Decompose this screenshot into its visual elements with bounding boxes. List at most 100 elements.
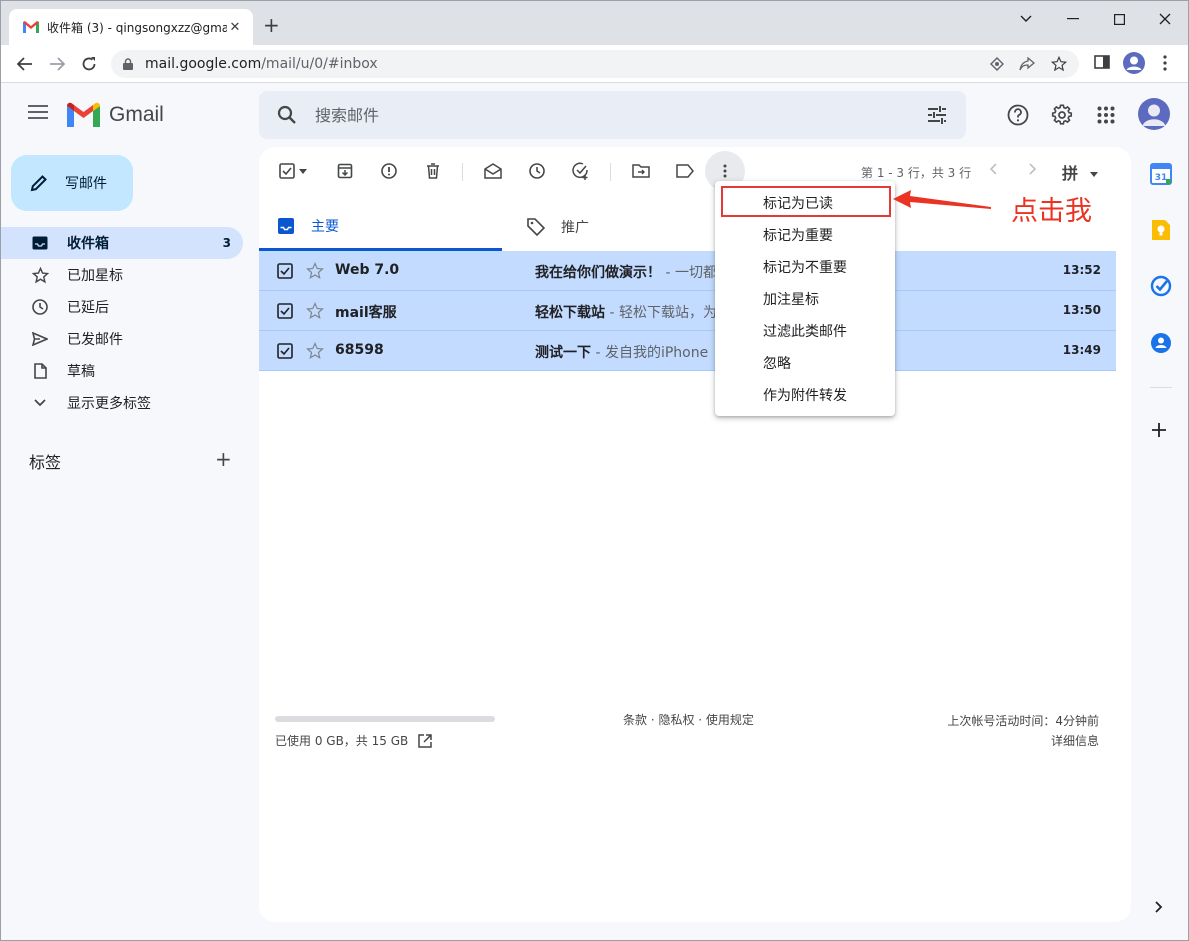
sidebar-item-snoozed[interactable]: 已延后 (1, 291, 243, 323)
window-close-icon[interactable] (1153, 7, 1177, 31)
menu-item-mark-important[interactable]: 标记为重要 (715, 219, 895, 251)
show-side-panel-icon[interactable] (1155, 901, 1163, 917)
chevron-down-icon (31, 394, 49, 412)
back-icon[interactable] (14, 53, 36, 75)
svg-text:31: 31 (1155, 173, 1168, 183)
row-checkbox[interactable] (277, 263, 293, 279)
profile-avatar-icon[interactable] (1123, 52, 1145, 78)
calendar-icon[interactable]: 31 (1150, 163, 1172, 185)
category-tabs: 主要 推广 (259, 203, 1131, 251)
storage-text: 已使用 0 GB，共 15 GB (275, 734, 409, 748)
side-panel-icon[interactable] (1094, 55, 1110, 73)
menu-item-forward-as-attachment[interactable]: 作为附件转发 (715, 379, 895, 411)
sidebar-item-label: 草稿 (67, 364, 95, 380)
forward-icon[interactable] (46, 53, 68, 75)
email-sender: mail客服 (335, 305, 397, 321)
email-row[interactable]: Web 7.0 我在给你们做演示！ - 一切都 13:52 (259, 251, 1116, 291)
annotation-arrow-icon (893, 190, 991, 209)
search-icon[interactable] (277, 105, 297, 125)
star-icon[interactable] (306, 342, 324, 360)
sidebar-item-starred[interactable]: 已加星标 (1, 259, 243, 291)
report-spam-icon[interactable] (379, 161, 399, 181)
menu-item-mute[interactable]: 忽略 (715, 347, 895, 379)
browser-window: 收件箱 (3) - qingsongxzz@gmail.com ✕ + (0, 0, 1189, 941)
tab-search-icon[interactable] (1014, 7, 1038, 31)
sidebar-item-inbox[interactable]: 收件箱 3 (1, 227, 243, 259)
email-row[interactable]: mail客服 轻松下载站 - 轻松下载站，为 13:50 (259, 291, 1116, 331)
email-subject: 轻松下载站 - 轻松下载站，为 (535, 302, 717, 322)
row-checkbox[interactable] (277, 303, 293, 319)
tab-promotions-label: 推广 (561, 220, 589, 236)
tag-icon (527, 218, 545, 236)
minimize-icon[interactable] (1061, 7, 1085, 31)
select-dropdown-icon[interactable] (297, 161, 309, 181)
mark-read-icon[interactable] (483, 161, 503, 181)
reload-icon[interactable] (78, 53, 100, 75)
maximize-icon[interactable] (1107, 7, 1131, 31)
sidebar-item-label: 已延后 (67, 300, 109, 316)
browser-menu-icon[interactable] (1163, 55, 1167, 75)
email-sender: Web 7.0 (335, 262, 400, 278)
share-icon[interactable] (1017, 50, 1037, 78)
labels-heading: 标签 (29, 453, 62, 472)
star-icon[interactable] (306, 302, 324, 320)
tab-promotions[interactable]: 推广 (527, 203, 589, 251)
snooze-icon[interactable] (527, 161, 547, 181)
menu-item-add-star[interactable]: 加注星标 (715, 283, 895, 315)
main-menu-icon[interactable] (28, 105, 48, 119)
compose-label: 写邮件 (65, 176, 107, 192)
search-options-icon[interactable] (927, 106, 947, 124)
sidebar-item-sent[interactable]: 已发邮件 (1, 323, 243, 355)
menu-item-filter-messages[interactable]: 过滤此类邮件 (715, 315, 895, 347)
label-icon[interactable] (675, 161, 695, 181)
close-tab-icon[interactable]: ✕ (227, 20, 243, 35)
add-to-tasks-icon[interactable] (571, 161, 591, 181)
help-icon[interactable] (1006, 103, 1030, 127)
delete-icon[interactable] (423, 161, 443, 181)
gmail-logo-icon (67, 102, 100, 127)
select-all-checkbox[interactable] (277, 161, 297, 181)
get-addons-icon[interactable] (1151, 419, 1167, 444)
tab-primary-label: 主要 (311, 218, 339, 235)
view-site-info-icon[interactable] (987, 50, 1007, 78)
caret-down-icon (1089, 172, 1098, 177)
tab-primary[interactable]: 主要 (259, 203, 502, 251)
menu-item-mark-not-important[interactable]: 标记为不重要 (715, 251, 895, 283)
browser-tab[interactable]: 收件箱 (3) - qingsongxzz@gmail.com ✕ (9, 9, 253, 45)
row-checkbox[interactable] (277, 343, 293, 359)
keep-icon[interactable] (1150, 219, 1172, 241)
compose-button[interactable]: 写邮件 (11, 155, 133, 211)
search-input[interactable] (315, 103, 875, 127)
bookmark-star-icon[interactable] (1049, 50, 1069, 78)
clock-icon (31, 298, 49, 316)
details-link[interactable]: 详细信息 (947, 731, 1099, 751)
input-tools-button[interactable]: 拼 (1062, 160, 1098, 184)
email-row[interactable]: 68598 测试一下 - 发自我的iPhone 13:49 (259, 331, 1116, 371)
archive-icon[interactable] (335, 161, 355, 181)
star-icon[interactable] (306, 262, 324, 280)
tasks-icon[interactable] (1150, 275, 1172, 297)
email-time: 13:50 (1062, 303, 1101, 317)
new-tab-button[interactable]: + (263, 15, 280, 35)
sidebar-item-drafts[interactable]: 草稿 (1, 355, 243, 387)
input-method-label: 拼 (1062, 164, 1079, 183)
contacts-icon[interactable] (1150, 332, 1172, 354)
open-external-icon[interactable] (418, 733, 432, 748)
next-page-icon[interactable] (1029, 160, 1037, 179)
email-subject-text: 测试一下 (535, 345, 591, 361)
sidebar-item-more[interactable]: 显示更多标签 (1, 387, 243, 419)
more-vert-icon (723, 164, 727, 178)
search-bar (259, 91, 966, 139)
footer-links[interactable]: 条款 · 隐私权 · 使用规定 (623, 711, 754, 728)
tab-title: 收件箱 (3) - qingsongxzz@gmail.com (47, 20, 227, 35)
apps-grid-icon[interactable] (1094, 103, 1118, 127)
unread-count-badge: 3 (222, 236, 231, 250)
address-bar[interactable]: mail.google.com/mail/u/0/#inbox (111, 50, 1079, 78)
inbox-icon (31, 234, 49, 252)
rail-divider (1150, 387, 1172, 388)
settings-gear-icon[interactable] (1050, 103, 1074, 127)
create-label-button[interactable]: + (215, 447, 232, 471)
move-to-icon[interactable] (631, 161, 651, 181)
prev-page-icon[interactable] (989, 160, 997, 179)
account-avatar[interactable] (1138, 98, 1170, 130)
